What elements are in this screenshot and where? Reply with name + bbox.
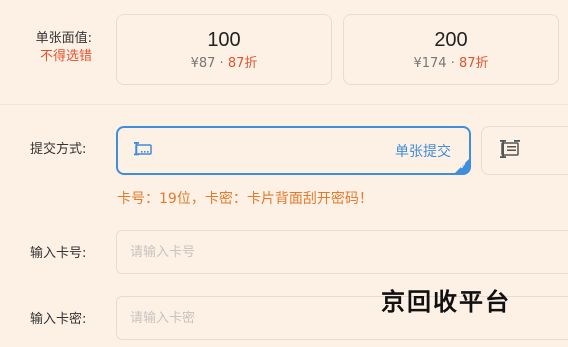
card-price-amount: ¥87 ·	[190, 56, 228, 71]
submit-method-single[interactable]: 单张提交 ✓	[116, 126, 471, 175]
card-password-label: 输入卡密:	[30, 312, 87, 327]
card-price-amount: ¥174 ·	[413, 56, 459, 71]
submit-method-single-label: 单张提交	[395, 143, 451, 160]
denomination-card-100[interactable]: 100 ¥87 · 87折	[116, 14, 332, 85]
card-number-input[interactable]	[116, 230, 568, 274]
submit-method-label: 提交方式:	[30, 142, 87, 157]
watermark-text: 京回收平台	[381, 287, 511, 316]
denomination-card-200[interactable]: 200 ¥174 · 87折	[343, 14, 559, 85]
check-icon: ✓	[459, 162, 467, 172]
card-discount: 87折	[227, 56, 258, 71]
card-number-label: 输入卡号:	[30, 246, 87, 261]
card-price: ¥87 · 87折	[117, 55, 331, 73]
single-card-icon	[132, 138, 154, 164]
denomination-warning: 不得选错	[39, 49, 92, 64]
denomination-label: 单张面值: 不得选错	[30, 30, 92, 66]
card-value: 100	[207, 29, 241, 51]
batch-card-icon	[498, 137, 522, 165]
section-divider	[0, 104, 568, 105]
denomination-label-text: 单张面值:	[35, 31, 92, 46]
card-discount: 87折	[458, 56, 489, 71]
card-format-hint: 卡号：19位，卡密：卡片背面刮开密码！	[117, 191, 373, 207]
card-value: 200	[434, 29, 468, 51]
submit-method-batch[interactable]	[481, 126, 568, 175]
card-price: ¥174 · 87折	[344, 55, 558, 73]
